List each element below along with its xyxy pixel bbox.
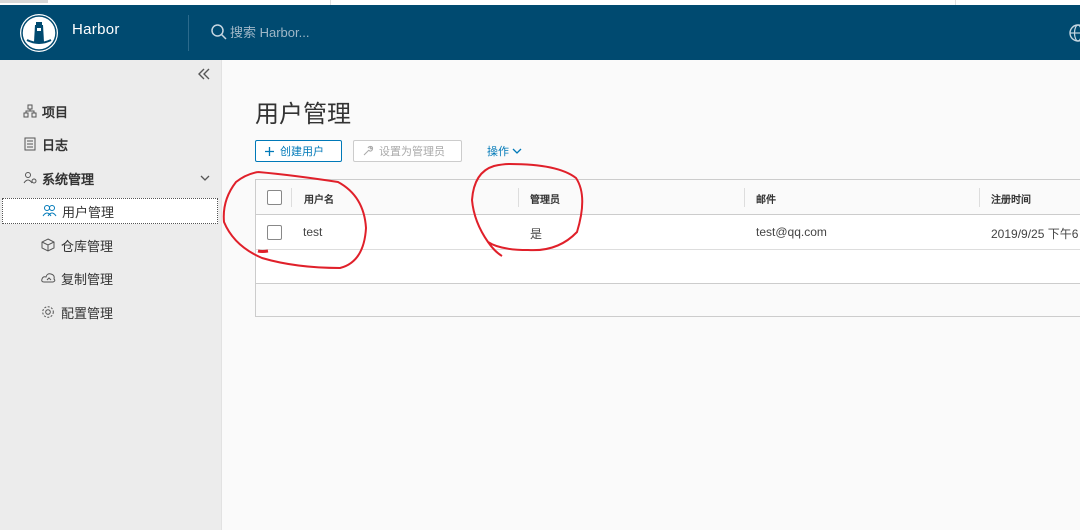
users-datagrid: 用户名 管理员 邮件 注册时间 test 是 test@qq.com 2019/… bbox=[255, 179, 1080, 317]
sidebar-subitem-label: 用户管理 bbox=[62, 205, 115, 221]
cell-admin: 是 bbox=[530, 227, 543, 241]
sidebar-subitem-label: 仓库管理 bbox=[61, 239, 114, 255]
row-select-checkbox[interactable] bbox=[267, 225, 282, 240]
search-icon bbox=[211, 24, 227, 40]
column-header-admin[interactable]: 管理员 bbox=[530, 191, 560, 206]
wrench-icon bbox=[363, 145, 374, 156]
chevron-down-icon[interactable] bbox=[199, 172, 211, 184]
sidebar-subitem-registries[interactable]: 仓库管理 bbox=[2, 232, 218, 258]
column-header-email[interactable]: 邮件 bbox=[756, 191, 776, 206]
logs-icon bbox=[22, 136, 38, 152]
users-icon bbox=[41, 203, 57, 219]
set-admin-button[interactable]: 设置为管理员 bbox=[353, 140, 462, 162]
sidebar-subitem-users[interactable]: 用户管理 bbox=[2, 198, 218, 224]
create-user-button[interactable]: 创建用户 bbox=[255, 140, 342, 162]
cell-username: test bbox=[303, 225, 323, 239]
sidebar-item-projects[interactable]: 项目 bbox=[0, 97, 222, 125]
set-admin-label: 设置为管理员 bbox=[379, 146, 445, 158]
sidebar-subitem-label: 复制管理 bbox=[61, 272, 114, 288]
collapse-sidebar-icon[interactable] bbox=[197, 67, 211, 81]
sidebar-subitem-label: 配置管理 bbox=[61, 306, 114, 322]
table-footer bbox=[256, 283, 1080, 316]
config-icon bbox=[40, 304, 56, 320]
sidebar-item-logs[interactable]: 日志 bbox=[0, 130, 222, 158]
chevron-down-icon bbox=[512, 148, 522, 154]
page-title: 用户管理 bbox=[255, 100, 351, 128]
sidebar-item-label: 项目 bbox=[42, 105, 69, 121]
search-input[interactable] bbox=[230, 24, 490, 40]
harbor-logo-icon[interactable] bbox=[20, 14, 58, 52]
globe-icon[interactable] bbox=[1068, 23, 1080, 43]
create-user-label: 创建用户 bbox=[280, 146, 324, 158]
sidebar-item-label: 日志 bbox=[42, 138, 69, 154]
column-header-registered[interactable]: 注册时间 bbox=[991, 191, 1031, 206]
header-divider bbox=[188, 15, 189, 51]
sidebar-subitem-config[interactable]: 配置管理 bbox=[2, 299, 218, 325]
sidebar-item-label: 系统管理 bbox=[42, 172, 95, 188]
registry-icon bbox=[40, 237, 56, 253]
actions-dropdown[interactable]: 操作 bbox=[479, 140, 530, 162]
cell-email: test@qq.com bbox=[756, 225, 827, 239]
top-header: Harbor bbox=[0, 5, 1080, 60]
replication-icon bbox=[40, 270, 56, 286]
cell-registered: 2019/9/25 下午6 bbox=[991, 227, 1079, 241]
global-search[interactable] bbox=[210, 21, 510, 43]
table-row[interactable]: test 是 test@qq.com 2019/9/25 下午6 bbox=[256, 215, 1080, 250]
select-all-checkbox[interactable] bbox=[267, 190, 282, 205]
admin-icon bbox=[22, 170, 38, 186]
projects-icon bbox=[22, 103, 38, 119]
column-header-username[interactable]: 用户名 bbox=[304, 191, 334, 206]
main-content: 用户管理 创建用户 设置为管理员 操作 用户名 管理员 邮件 注册时间 test… bbox=[222, 60, 1080, 530]
actions-label: 操作 bbox=[487, 146, 509, 158]
sidebar: 项目 日志 系统管理 用户管理 仓库管理 复制管理 配置管理 bbox=[0, 60, 222, 530]
table-header: 用户名 管理员 邮件 注册时间 bbox=[256, 180, 1080, 215]
sidebar-item-admin[interactable]: 系统管理 bbox=[0, 164, 222, 192]
plus-icon bbox=[265, 146, 274, 156]
brand-name[interactable]: Harbor bbox=[72, 21, 120, 38]
sidebar-subitem-replication[interactable]: 复制管理 bbox=[2, 265, 218, 291]
